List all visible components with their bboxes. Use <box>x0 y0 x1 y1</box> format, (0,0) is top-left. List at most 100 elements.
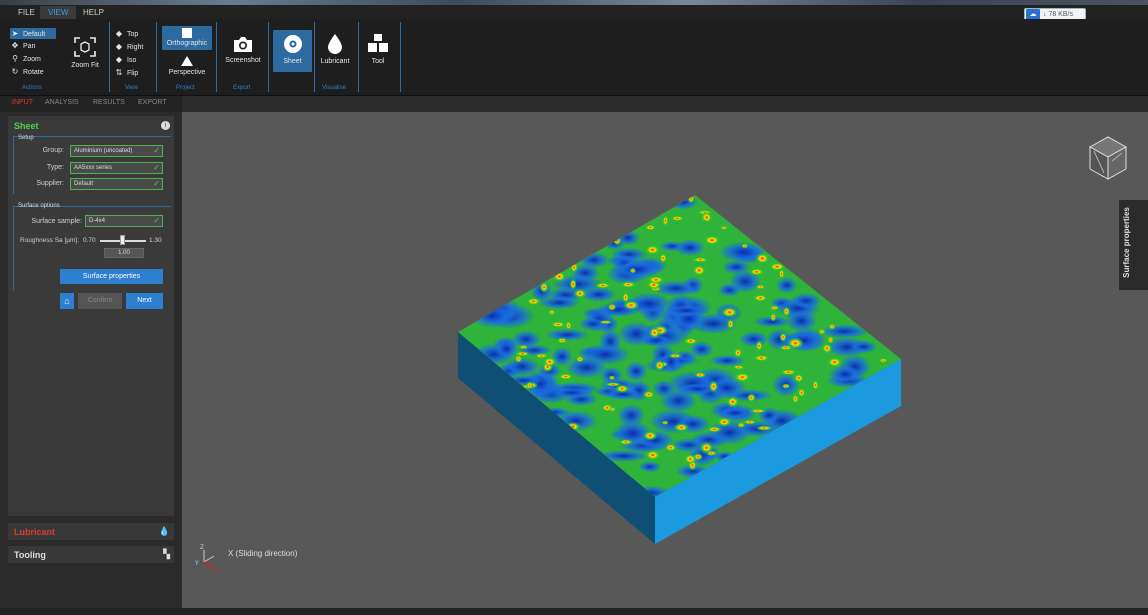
navigation-cube[interactable] <box>1088 136 1128 180</box>
surface-peak <box>642 430 658 441</box>
confirm-button[interactable]: Confirm <box>78 293 122 309</box>
surface-sample-label: Surface sample: <box>31 218 82 225</box>
view-flip-button[interactable]: ⇅ Flip <box>114 68 139 77</box>
info-icon[interactable]: i <box>161 121 170 130</box>
next-button[interactable]: Next <box>126 293 163 309</box>
check-icon: ✓ <box>153 146 160 155</box>
surface-peak <box>550 321 567 328</box>
cube-iso-icon: ◆ <box>115 55 123 64</box>
surface-peak <box>748 268 765 276</box>
supplier-select[interactable]: Default ✓ <box>70 178 163 190</box>
trash-icon: ⌂ <box>64 296 70 306</box>
view-top-label: Top <box>127 31 139 38</box>
visualise-sheet-button[interactable]: Sheet <box>273 30 312 72</box>
surface-peak <box>599 320 613 325</box>
droplet-icon <box>328 34 342 54</box>
default-cursor-button[interactable]: ➤ Default <box>10 28 56 39</box>
cursor-arrow-icon: ➤ <box>11 29 19 38</box>
zoom-label: Zoom <box>23 56 41 63</box>
surface-sample-select[interactable]: D-4x4 ✓ <box>85 215 163 227</box>
view-top-button[interactable]: ◆ Top <box>114 29 138 38</box>
perspective-button[interactable]: Perspective <box>162 56 212 76</box>
surface-peak <box>778 268 785 280</box>
view-iso-label: Iso <box>127 57 137 64</box>
surface-peak <box>755 252 770 265</box>
menu-help[interactable]: HELP <box>75 6 112 19</box>
surface-peak <box>691 257 709 263</box>
svg-text:X: X <box>215 567 219 574</box>
menubar: FILE VIEW HELP <box>0 5 1148 19</box>
roughness-value-input[interactable]: 1.00 <box>104 248 144 258</box>
surface-peak <box>525 381 534 390</box>
zoom-fit-icon <box>74 37 96 57</box>
network-speed-text: ↓ 78 KB/s <box>1043 11 1073 18</box>
surface-peak <box>604 382 623 387</box>
screenshot-button[interactable]: Screenshot <box>222 35 264 64</box>
lubricant-accordion[interactable]: Lubricant 💧 <box>8 522 174 540</box>
view-iso-button[interactable]: ◆ Iso <box>114 55 136 64</box>
surface-peak <box>706 450 718 456</box>
tool-blocks-icon: ▚ <box>163 549 170 559</box>
surface-valley <box>581 343 631 365</box>
app-window: FILE VIEW HELP ☁ ↓ 78 KB/s ➤ Default ✥ Pan… <box>0 0 1148 615</box>
surface-peak <box>734 372 751 383</box>
ribbon-separator <box>156 22 157 92</box>
tab-export[interactable]: EXPORT <box>138 99 167 106</box>
visualise-group-label: Visualise <box>322 85 346 91</box>
surface-peak <box>518 344 529 350</box>
surface-peak <box>781 383 791 389</box>
surface-peak <box>659 252 668 264</box>
bin-button[interactable]: ⌂ <box>60 293 74 309</box>
visualise-lubricant-button[interactable]: Lubricant <box>318 34 352 65</box>
menu-view[interactable]: VIEW <box>40 6 77 19</box>
lubricant-accordion-title: Lubricant <box>14 527 56 537</box>
perspective-label: Perspective <box>168 69 206 76</box>
zoom-fit-button[interactable]: Zoom Fit <box>66 36 104 69</box>
surface-peak <box>755 425 773 431</box>
group-select[interactable]: Aluminium (uncoated) ✓ <box>70 145 163 157</box>
view-right-button[interactable]: ◆ Right <box>114 42 143 51</box>
rotate-button[interactable]: ↻ Rotate <box>10 67 44 76</box>
roughness-slider-thumb[interactable] <box>120 235 125 245</box>
surface-peak <box>525 297 542 306</box>
surface-valley <box>549 387 594 399</box>
orthographic-button[interactable]: Orthographic <box>162 26 212 50</box>
roughness-max: 1.30 <box>149 237 162 244</box>
surface-peak <box>828 323 836 330</box>
visualise-tool-button[interactable]: Tool <box>364 34 392 65</box>
type-select[interactable]: AA5xxx series ✓ <box>70 162 163 174</box>
surface-peak <box>644 224 657 231</box>
type-label: Type: <box>46 164 64 171</box>
rotate-icon: ↻ <box>11 67 19 76</box>
surface-3d-render[interactable]: Z Y X <box>182 112 1148 612</box>
surface-peak <box>552 271 566 282</box>
tool-label: Tool <box>371 58 385 65</box>
surface-valley <box>785 309 818 332</box>
surface-peak <box>786 337 804 350</box>
surface-properties-side-tab[interactable]: Surface properties <box>1119 200 1148 290</box>
surface-valley <box>828 365 862 384</box>
surface-peak <box>755 284 766 290</box>
surface-peak <box>575 355 585 363</box>
axis-direction-label: X (Sliding direction) <box>228 549 298 558</box>
surface-peak <box>687 195 695 204</box>
surface-properties-button[interactable]: Surface properties <box>60 269 163 284</box>
tooling-accordion[interactable]: Tooling ▚ <box>8 545 174 563</box>
surface-peak <box>642 390 655 399</box>
ribbon-separator <box>400 22 401 92</box>
tab-input[interactable]: INPUT <box>12 99 33 106</box>
main-tabs: INPUT ANALYSIS RESULTS EXPORT <box>0 96 182 112</box>
tab-results[interactable]: RESULTS <box>93 99 125 106</box>
surface-peak <box>620 281 637 288</box>
3d-viewport[interactable]: Z Y X X (Sliding direction) <box>182 112 1148 612</box>
view-group-label: View <box>125 85 138 91</box>
zoom-button[interactable]: ⚲ Zoom <box>10 54 41 63</box>
pan-button[interactable]: ✥ Pan <box>10 41 36 50</box>
tab-analysis[interactable]: ANALYSIS <box>45 99 79 106</box>
menu-file[interactable]: FILE <box>10 6 43 19</box>
sheet-label: Sheet <box>283 58 302 65</box>
surface-peak <box>594 282 612 289</box>
surface-peak <box>769 305 780 311</box>
check-icon: ✓ <box>153 163 160 172</box>
surface-valley <box>624 361 648 382</box>
